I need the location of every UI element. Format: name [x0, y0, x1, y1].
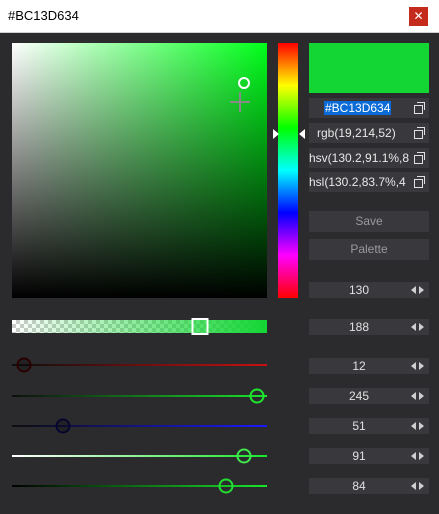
crosshair-icon	[230, 92, 250, 112]
green-spinner[interactable]: 245	[309, 388, 429, 404]
increment-icon[interactable]	[419, 362, 424, 370]
increment-icon[interactable]	[419, 286, 424, 294]
hsl-field[interactable]: hsl(130.2,83.7%,4	[309, 172, 429, 192]
hue-spinner[interactable]: 130	[309, 282, 429, 298]
blue-slider-thumb[interactable]	[55, 418, 71, 434]
increment-icon[interactable]	[419, 422, 424, 430]
alpha-slider[interactable]	[12, 318, 267, 335]
saturation-slider-track[interactable]	[12, 455, 267, 457]
decrement-icon[interactable]	[411, 422, 416, 430]
rgb-value[interactable]: rgb(19,214,52)	[317, 126, 423, 140]
copy-hex-icon[interactable]	[414, 102, 426, 114]
blue-slider-track[interactable]	[12, 425, 267, 427]
hsv-value[interactable]: hsv(130.2,91.1%,8	[309, 151, 415, 165]
decrement-icon[interactable]	[411, 482, 416, 490]
value-spinner[interactable]: 84	[309, 478, 429, 494]
saturation-spinner-value[interactable]: 91	[309, 449, 409, 463]
hue-pointer-right-icon	[299, 129, 305, 139]
close-icon: ✕	[413, 9, 424, 23]
hue-spinner-value[interactable]: 130	[309, 283, 409, 297]
copy-hsv-icon[interactable]	[414, 152, 426, 164]
value-spinner-value[interactable]: 84	[309, 479, 409, 493]
decrement-icon[interactable]	[411, 323, 416, 331]
decrement-icon[interactable]	[411, 286, 416, 294]
copy-hsl-icon[interactable]	[414, 176, 426, 188]
increment-icon[interactable]	[419, 392, 424, 400]
hsv-field[interactable]: hsv(130.2,91.1%,8	[309, 148, 429, 168]
hue-pointer-left-icon	[273, 129, 279, 139]
green-slider-track[interactable]	[12, 395, 267, 397]
green-spinner-value[interactable]: 245	[309, 389, 409, 403]
palette-button[interactable]: Palette	[309, 239, 429, 260]
color-preview	[309, 43, 429, 93]
hue-slider[interactable]	[278, 43, 298, 298]
blue-spinner[interactable]: 51	[309, 418, 429, 434]
hsl-value[interactable]: hsl(130.2,83.7%,4	[309, 175, 415, 189]
close-button[interactable]: ✕	[409, 7, 428, 26]
blue-spinner-value[interactable]: 51	[309, 419, 409, 433]
decrement-icon[interactable]	[411, 392, 416, 400]
hex-value[interactable]: #BC13D634	[324, 101, 392, 115]
decrement-icon[interactable]	[411, 452, 416, 460]
hex-field[interactable]: #BC13D634	[309, 98, 429, 118]
increment-icon[interactable]	[419, 323, 424, 331]
red-slider-track[interactable]	[12, 364, 267, 366]
save-button[interactable]: Save	[309, 211, 429, 232]
window-title: #BC13D634	[8, 8, 79, 23]
alpha-spinner-value[interactable]: 188	[309, 320, 409, 334]
saturation-value-picker[interactable]	[12, 43, 267, 298]
rgb-field[interactable]: rgb(19,214,52)	[309, 123, 429, 143]
saturation-slider-thumb[interactable]	[236, 448, 252, 464]
title-bar: #BC13D634 ✕	[0, 0, 439, 33]
red-spinner[interactable]: 12	[309, 358, 429, 374]
increment-icon[interactable]	[419, 452, 424, 460]
sv-black-layer	[12, 43, 267, 298]
alpha-spinner[interactable]: 188	[309, 319, 429, 335]
alpha-gradient	[12, 320, 267, 333]
red-spinner-value[interactable]: 12	[309, 359, 409, 373]
copy-rgb-icon[interactable]	[414, 127, 426, 139]
increment-icon[interactable]	[419, 482, 424, 490]
alpha-slider-thumb[interactable]	[191, 318, 209, 335]
saturation-spinner[interactable]: 91	[309, 448, 429, 464]
red-slider-thumb[interactable]	[16, 357, 32, 373]
sv-marker[interactable]	[238, 77, 250, 89]
green-slider-thumb[interactable]	[249, 388, 265, 404]
decrement-icon[interactable]	[411, 362, 416, 370]
value-slider-thumb[interactable]	[218, 478, 234, 494]
